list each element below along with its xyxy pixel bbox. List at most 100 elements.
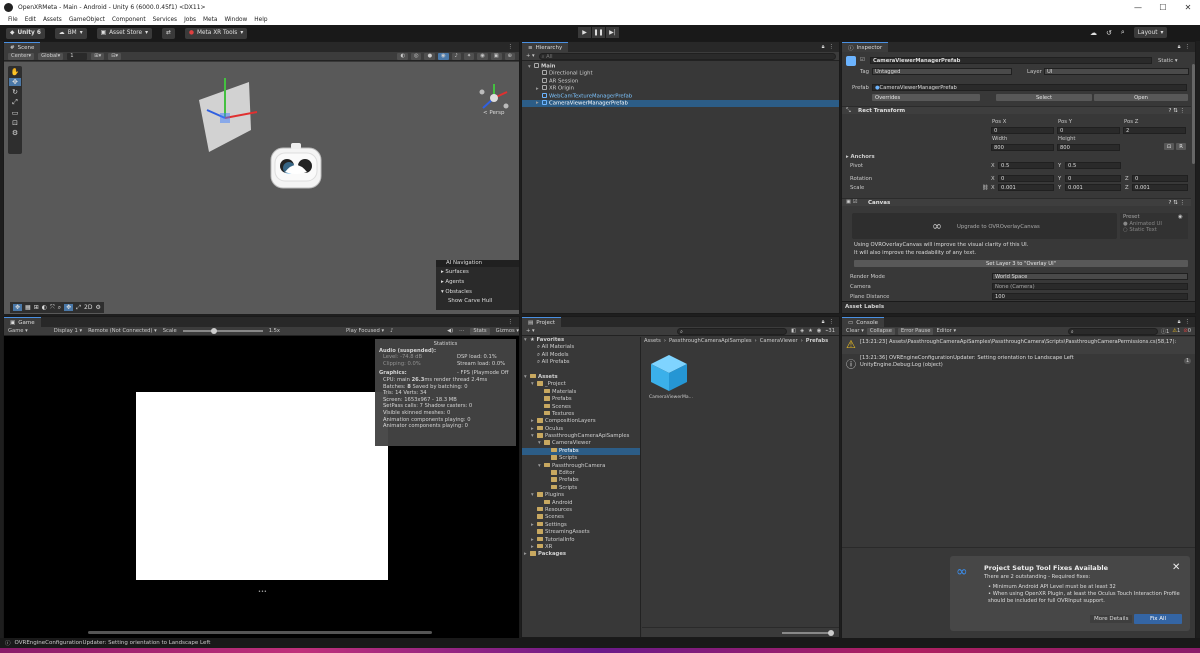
console-entry-info[interactable]: ⓘ [13:21:36] OVREngineConfigurationUpdat… <box>842 354 1195 371</box>
project-tree-item[interactable]: ▸ XR <box>522 543 640 551</box>
pivot-x-field[interactable]: 0.5 <box>998 162 1054 169</box>
hierarchy-search-input[interactable]: ⌕ All <box>538 52 836 60</box>
set-layer-button[interactable]: Set Layer 3 to "Overlay UI" <box>854 260 1188 267</box>
breadcrumb-item[interactable]: Assets <box>644 338 661 344</box>
menu-file[interactable]: File <box>8 17 18 23</box>
sphere-icon[interactable]: ◐ <box>42 304 47 311</box>
hierarchy-item[interactable]: WebCamTextureManagerPrefab <box>522 92 839 100</box>
console-entry-warning[interactable]: ⚠ [13:21:23] Assets\PassthroughCameraApi… <box>842 337 1195 354</box>
transform-tool-icon[interactable]: ⊡ <box>12 119 18 127</box>
canvas-header[interactable]: Canvas ? ⇅ ⋮ <box>842 198 1191 206</box>
breadcrumb-item[interactable]: Prefabs <box>806 338 828 344</box>
menu-window[interactable]: Window <box>224 17 247 23</box>
lock-icon[interactable]: 🔒︎ <box>1178 319 1181 326</box>
layout-dropdown[interactable]: Layout ▾ <box>1133 27 1168 38</box>
pause-button[interactable]: ❚❚ <box>592 27 605 38</box>
transform-icon[interactable]: ✥ <box>64 304 74 311</box>
breadcrumb-item[interactable]: CameraViewer <box>760 338 798 344</box>
scale-x-field[interactable]: 0.001 <box>998 184 1054 191</box>
project-tree-item[interactable]: ▾ ★ Favorites <box>522 337 640 344</box>
menu-component[interactable]: Component <box>112 17 146 23</box>
rot-z-field[interactable]: 0 <box>1132 175 1188 182</box>
project-tree-item[interactable]: ▸ Settings <box>522 521 640 529</box>
project-tree-item[interactable]: Editor <box>522 470 640 477</box>
frame-debug-icon[interactable]: ⋯ <box>459 328 464 334</box>
play-button[interactable]: ▶ <box>578 27 591 38</box>
project-tree-item[interactable]: Prefabs <box>522 477 640 484</box>
project-tree-item[interactable]: Prefabs <box>522 396 640 403</box>
clear-button[interactable]: Clear ▾ <box>846 328 864 334</box>
warning-count-toggle[interactable]: ⚠1 <box>1172 328 1180 334</box>
minimize-button[interactable]: — <box>1126 0 1150 15</box>
pos-x-field[interactable]: 0 <box>991 127 1054 134</box>
persp-label[interactable]: < Persp <box>483 110 504 116</box>
menu-assets[interactable]: Assets <box>43 17 62 23</box>
favorite-icon[interactable]: ★ <box>808 328 813 334</box>
project-tree-item[interactable]: ▾ PassthroughCameraApiSamples <box>522 433 640 440</box>
settings-icon[interactable]: ⚙ <box>95 304 100 311</box>
move-tool-icon[interactable]: ✥ <box>9 78 21 86</box>
game-mode-dropdown[interactable]: Game ▾ <box>8 328 28 334</box>
console-splitter[interactable] <box>842 547 1195 548</box>
width-field[interactable]: 800 <box>991 144 1054 151</box>
gizmos-dropdown[interactable]: Gizmos ▾ <box>496 328 519 334</box>
canvas-gizmo[interactable] <box>179 70 279 170</box>
scale-y-field[interactable]: 0.001 <box>1065 184 1121 191</box>
menu-meta[interactable]: Meta <box>203 17 217 23</box>
unity-account-button[interactable]: ◆ Unity 6 <box>6 27 45 39</box>
pos-y-field[interactable]: 0 <box>1057 127 1120 134</box>
plane-distance-field[interactable]: 100 <box>992 293 1188 300</box>
cloud-sync-icon[interactable]: ☁ <box>1090 29 1097 37</box>
rect-transform-header[interactable]: Rect Transform ? ⇅ ⋮ <box>842 106 1191 114</box>
notice-close-button[interactable]: ✕ <box>1172 562 1180 573</box>
project-tree-item[interactable]: ▸ Packages <box>522 551 640 558</box>
project-tree-item[interactable]: StreamingAssets <box>522 529 640 536</box>
display-dropdown[interactable]: Display 1 ▾ <box>54 328 82 334</box>
snap-increment-dropdown[interactable]: ⊟▾ <box>108 52 122 60</box>
pivot-dropdown[interactable]: Center ▾ <box>8 52 35 60</box>
view-tool-icon[interactable]: ✥ <box>13 304 23 311</box>
tab-project[interactable]: ▤ Project <box>522 317 562 327</box>
error-count-toggle[interactable]: ⊘0 <box>1183 328 1191 334</box>
project-tree-item[interactable]: ▸ CompositionLayers <box>522 418 640 425</box>
asset-labels-bar[interactable]: Asset Labels <box>842 301 1195 313</box>
layer-dropdown[interactable]: UI <box>1044 68 1189 75</box>
menu-gameobject[interactable]: GameObject <box>69 17 105 23</box>
project-splitter[interactable] <box>640 337 641 637</box>
audio-icon[interactable]: ◀) <box>447 328 453 334</box>
project-tree-item[interactable] <box>522 367 640 374</box>
panel-menu-icon[interactable]: ⋮ <box>1185 319 1191 325</box>
project-tree-item[interactable]: Scenes <box>522 514 640 521</box>
tab-inspector[interactable]: ⓘ Inspector <box>842 42 889 52</box>
project-tree-item[interactable]: Scripts <box>522 484 640 492</box>
project-tree-item[interactable]: ▾ Plugins <box>522 492 640 499</box>
project-tree-item[interactable]: Resources <box>522 506 640 514</box>
snap-dropdown[interactable]: ⊞▾ <box>91 52 105 60</box>
panel-menu-icon[interactable]: ⋮ <box>829 44 835 50</box>
project-tree-item[interactable]: ▾ PassthroughCamera <box>522 462 640 470</box>
component-menu-icon[interactable]: ? ⇅ ⋮ <box>1168 108 1185 114</box>
project-tree-item[interactable]: ▸ Oculus <box>522 425 640 433</box>
pivot-y-field[interactable]: 0.5 <box>1065 162 1121 169</box>
static-toggle[interactable]: Static ▾ <box>1158 58 1178 64</box>
menu-services[interactable]: Services <box>153 17 177 23</box>
search-scene-icon[interactable]: ⌕ <box>58 304 61 312</box>
hierarchy-item[interactable]: AR Session <box>522 77 839 85</box>
visibility-icon[interactable]: ◉ <box>477 52 488 60</box>
asset-store-button[interactable]: ▣ Asset Store ▾ <box>96 27 153 39</box>
tab-scene[interactable]: # Scene <box>4 42 41 52</box>
history-icon[interactable]: ↺ <box>1106 29 1112 37</box>
add-object-button[interactable]: + ▾ <box>526 53 535 59</box>
ai-nav-surfaces[interactable]: ▸ Surfaces <box>436 267 519 277</box>
play-focused-dropdown[interactable]: Play Focused ▾ <box>346 328 384 334</box>
gizmos-icon[interactable]: ⊕ <box>504 52 515 60</box>
inspector-scrollbar[interactable] <box>1192 64 1195 164</box>
menu-help[interactable]: Help <box>254 17 267 23</box>
menu-edit[interactable]: Edit <box>25 17 36 23</box>
maximize-button[interactable]: ☐ <box>1151 0 1175 15</box>
version-control-button[interactable]: ⇄ <box>162 27 175 39</box>
icon-size-slider[interactable] <box>782 632 832 634</box>
tag-dropdown[interactable]: Untagged <box>872 68 1012 75</box>
step-button[interactable]: ▶| <box>606 27 619 38</box>
lock-icon[interactable]: 🔒︎ <box>822 319 825 326</box>
